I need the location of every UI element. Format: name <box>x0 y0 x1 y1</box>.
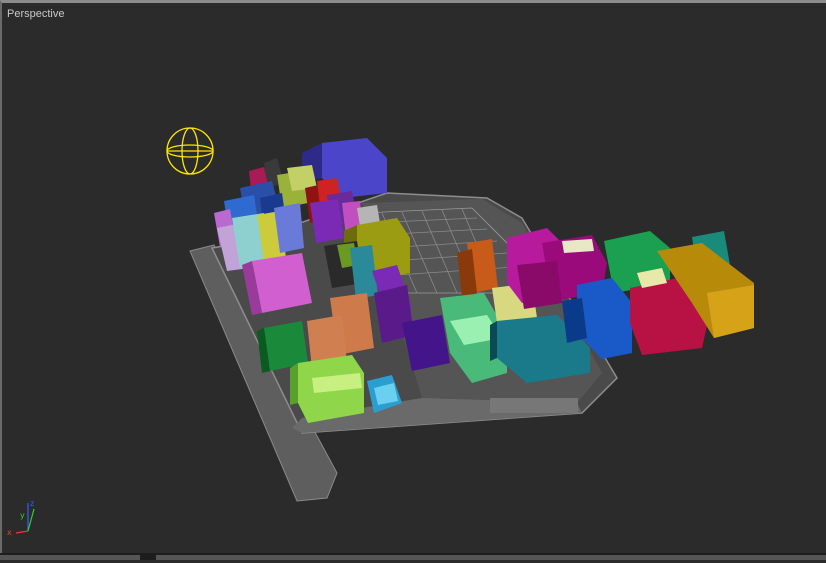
scene-render[interactable]: z x y <box>2 3 826 563</box>
axis-tripod-icon: z x y <box>7 499 35 537</box>
perspective-viewport[interactable]: Perspective z x y <box>0 0 826 560</box>
light-gizmo-icon[interactable] <box>166 127 214 175</box>
timeline-track[interactable] <box>156 555 826 560</box>
axis-x-label: x <box>7 528 12 537</box>
axis-y-label: y <box>20 511 25 520</box>
timeline-segment[interactable] <box>0 555 140 560</box>
axis-z-label: z <box>30 499 34 508</box>
bottom-status-strip <box>0 553 826 560</box>
